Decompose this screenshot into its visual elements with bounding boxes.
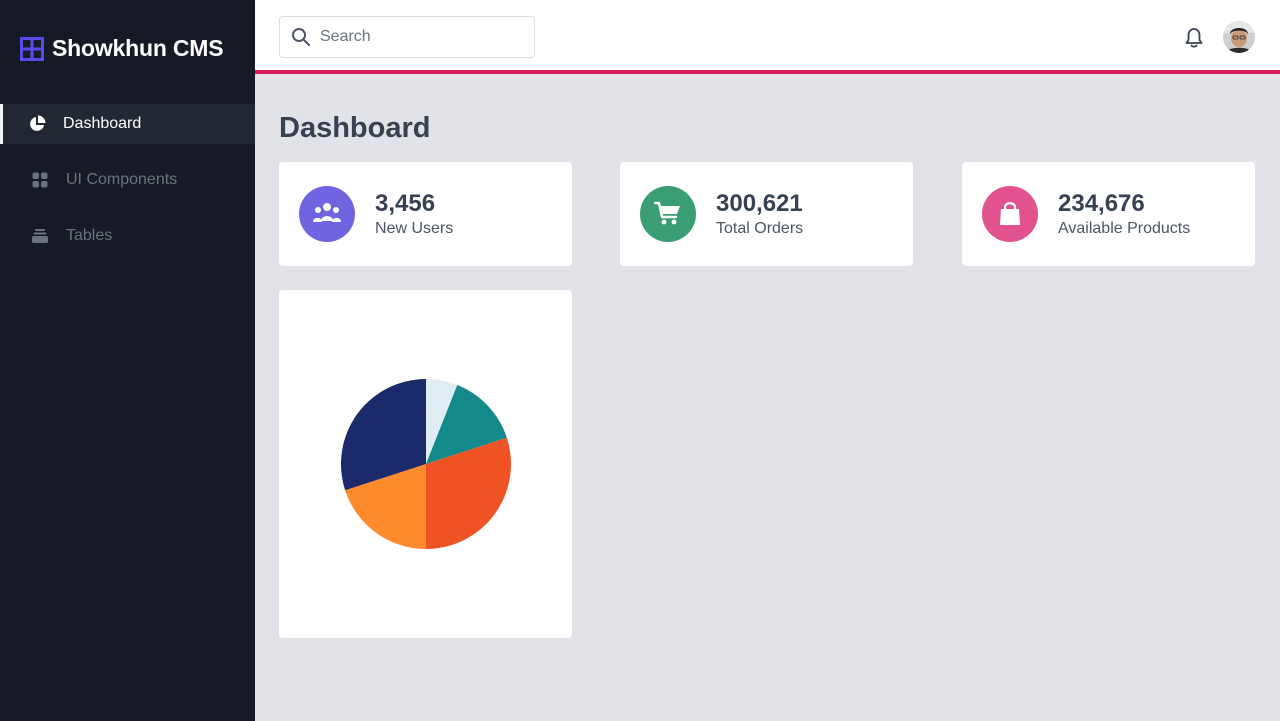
layout-grid-icon — [20, 36, 44, 61]
stat-label: Total Orders — [716, 220, 804, 237]
stat-label: New Users — [375, 220, 454, 237]
sidebar-item-dashboard[interactable]: Dashboard — [0, 104, 255, 144]
pie-chart — [341, 379, 511, 549]
stat-card-total-orders: 300,621 Total Orders — [620, 162, 913, 266]
sidebar-item-tables[interactable]: Tables — [0, 216, 255, 256]
search-icon — [292, 28, 310, 46]
sidebar-item-ui-components[interactable]: UI Components — [0, 160, 255, 200]
page-title: Dashboard — [279, 112, 431, 144]
sidebar-nav: Dashboard UI Components Tables — [0, 104, 255, 272]
pie-chart-icon — [28, 115, 46, 133]
stat-value: 300,621 — [716, 190, 803, 217]
cart-icon — [640, 186, 696, 242]
search-input[interactable] — [320, 28, 520, 46]
bell-icon[interactable] — [1184, 27, 1204, 49]
app-title: Showkhun CMS — [52, 35, 224, 61]
stat-value: 234,676 — [1058, 190, 1145, 217]
shopping-bag-icon — [982, 186, 1038, 242]
sidebar-item-label: Dashboard — [63, 115, 142, 132]
brand[interactable]: Showkhun CMS — [20, 35, 224, 62]
users-icon — [299, 186, 355, 242]
stat-card-available-products: 234,676 Available Products — [962, 162, 1255, 266]
pie-chart-card — [279, 290, 572, 638]
sidebar-item-label: Tables — [66, 227, 113, 244]
stat-value: 3,456 — [375, 190, 436, 217]
search-box[interactable] — [279, 16, 535, 58]
sidebar: Showkhun CMS Dashboard UI Components Tab… — [0, 0, 255, 721]
user-avatar[interactable] — [1223, 21, 1255, 53]
grid-icon — [31, 171, 49, 189]
table-icon — [31, 227, 49, 245]
topbar — [255, 0, 1280, 74]
stat-label: Available Products — [1058, 220, 1191, 237]
sidebar-item-label: UI Components — [66, 171, 178, 188]
stat-card-new-users: 3,456 New Users — [279, 162, 572, 266]
